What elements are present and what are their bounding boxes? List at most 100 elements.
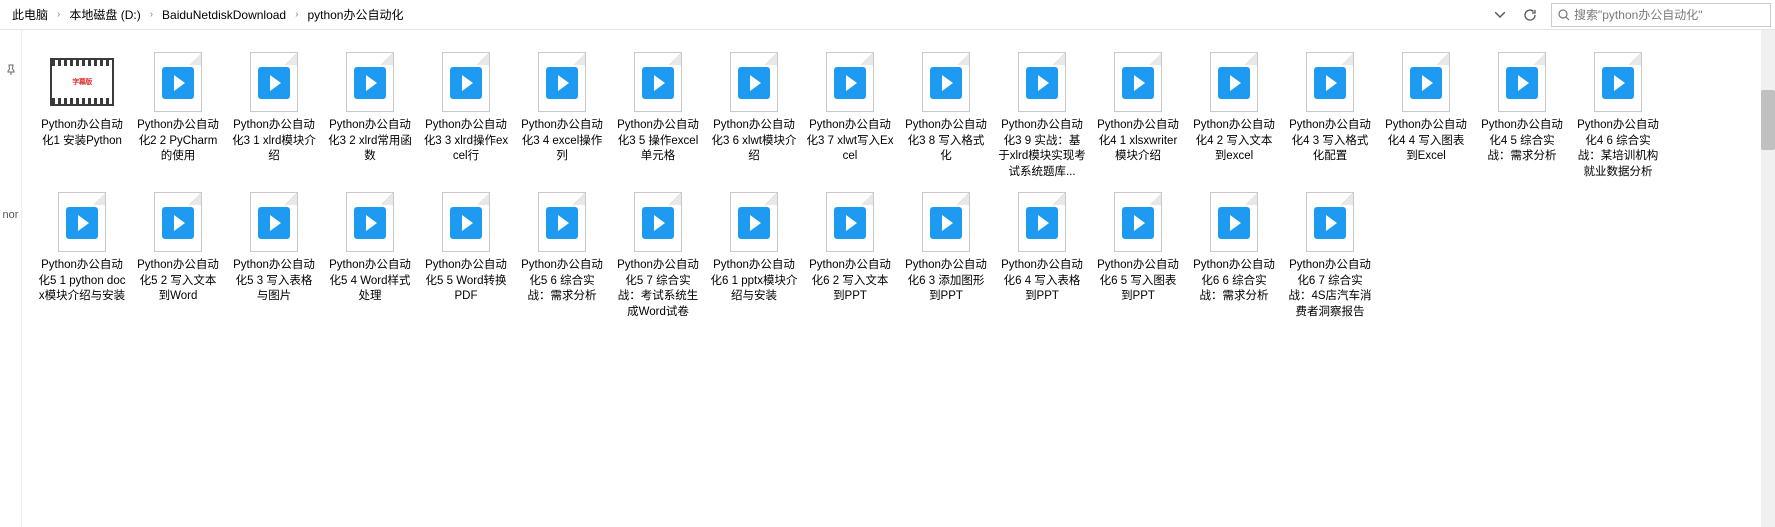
- file-item[interactable]: Python办公自动化6 2 写入文本到PPT: [802, 188, 898, 322]
- file-label: Python办公自动化3 9 实战：基于xlrd模块实现考试系统题库...: [996, 118, 1088, 180]
- file-item[interactable]: 字幕版Python办公自动化1 安装Python: [34, 48, 130, 182]
- file-item[interactable]: Python办公自动化6 5 写入图表到PPT: [1090, 188, 1186, 322]
- video-file-icon: [914, 50, 978, 114]
- video-file-icon: [626, 190, 690, 254]
- file-item[interactable]: Python办公自动化5 1 python docx模块介绍与安装: [34, 188, 130, 322]
- file-label: Python办公自动化6 1 pptx模块介绍与安装: [708, 258, 800, 305]
- file-item[interactable]: Python办公自动化6 7 综合实战：4S店汽车消费者洞察报告: [1282, 188, 1378, 322]
- file-label: Python办公自动化1 安装Python: [36, 118, 128, 149]
- breadcrumb-segment[interactable]: BaiduNetdiskDownload: [156, 4, 292, 26]
- video-file-icon: [722, 50, 786, 114]
- file-item[interactable]: Python办公自动化5 7 综合实战：考试系统生成Word试卷: [610, 188, 706, 322]
- breadcrumb-dropdown-button[interactable]: [1485, 1, 1515, 29]
- file-item[interactable]: Python办公自动化3 4 excel操作列: [514, 48, 610, 182]
- file-label: Python办公自动化4 6 综合实战：某培训机构就业数据分析: [1572, 118, 1664, 180]
- file-label: Python办公自动化3 2 xlrd常用函数: [324, 118, 416, 165]
- file-label: Python办公自动化3 5 操作excel单元格: [612, 118, 704, 165]
- breadcrumb-segment[interactable]: 本地磁盘 (D:): [63, 2, 146, 27]
- refresh-button[interactable]: [1515, 1, 1545, 29]
- file-item[interactable]: Python办公自动化4 2 写入文本到excel: [1186, 48, 1282, 182]
- file-label: Python办公自动化5 3 写入表格与图片: [228, 258, 320, 305]
- file-label: Python办公自动化3 6 xlwt模块介绍: [708, 118, 800, 165]
- file-label: Python办公自动化6 5 写入图表到PPT: [1092, 258, 1184, 305]
- file-label: Python办公自动化6 3 添加图形到PPT: [900, 258, 992, 305]
- video-file-icon: [1586, 50, 1650, 114]
- file-item[interactable]: Python办公自动化5 4 Word样式处理: [322, 188, 418, 322]
- file-label: Python办公自动化5 6 综合实战：需求分析: [516, 258, 608, 305]
- video-file-icon: [1202, 50, 1266, 114]
- chevron-right-icon: ›: [55, 9, 62, 20]
- file-item[interactable]: Python办公自动化4 5 综合实战：需求分析: [1474, 48, 1570, 182]
- address-bar: 此电脑›本地磁盘 (D:)›BaiduNetdiskDownload›pytho…: [0, 0, 1775, 30]
- file-item[interactable]: Python办公自动化4 6 综合实战：某培训机构就业数据分析: [1570, 48, 1666, 182]
- video-file-icon: [530, 50, 594, 114]
- breadcrumb-segment[interactable]: 此电脑: [6, 2, 54, 27]
- video-file-icon: [818, 50, 882, 114]
- file-item[interactable]: Python办公自动化6 3 添加图形到PPT: [898, 188, 994, 322]
- video-file-icon: [242, 50, 306, 114]
- file-label: Python办公自动化4 1 xlsxwriter模块介绍: [1092, 118, 1184, 165]
- file-item[interactable]: Python办公自动化5 2 写入文本到Word: [130, 188, 226, 322]
- file-item[interactable]: Python办公自动化3 9 实战：基于xlrd模块实现考试系统题库...: [994, 48, 1090, 182]
- search-input[interactable]: [1574, 8, 1764, 22]
- file-grid[interactable]: 字幕版Python办公自动化1 安装PythonPython办公自动化2 2 P…: [22, 30, 1761, 527]
- breadcrumb[interactable]: 此电脑›本地磁盘 (D:)›BaiduNetdiskDownload›pytho…: [4, 2, 1485, 27]
- video-file-icon: [818, 190, 882, 254]
- video-file-icon: [530, 190, 594, 254]
- video-file-icon: [722, 190, 786, 254]
- search-box[interactable]: [1551, 3, 1771, 27]
- file-item[interactable]: Python办公自动化3 8 写入格式化: [898, 48, 994, 182]
- video-file-icon: [434, 190, 498, 254]
- scrollbar-thumb[interactable]: [1761, 90, 1775, 150]
- file-label: Python办公自动化4 4 写入图表到Excel: [1380, 118, 1472, 165]
- breadcrumb-segment[interactable]: python办公自动化: [301, 2, 409, 27]
- video-file-icon: [338, 50, 402, 114]
- video-file-icon: [1490, 50, 1554, 114]
- video-file-icon: [434, 50, 498, 114]
- file-item[interactable]: Python办公自动化6 1 pptx模块介绍与安装: [706, 188, 802, 322]
- file-label: Python办公自动化5 1 python docx模块介绍与安装: [36, 258, 128, 305]
- scrollbar[interactable]: [1761, 30, 1775, 527]
- video-file-icon: [146, 50, 210, 114]
- video-file-icon: [1394, 50, 1458, 114]
- file-item[interactable]: Python办公自动化6 6 综合实战：需求分析: [1186, 188, 1282, 322]
- file-item[interactable]: Python办公自动化5 3 写入表格与图片: [226, 188, 322, 322]
- file-label: Python办公自动化6 2 写入文本到PPT: [804, 258, 896, 305]
- video-file-icon: [50, 190, 114, 254]
- file-label: Python办公自动化2 2 PyCharm的使用: [132, 118, 224, 165]
- chevron-right-icon: ›: [148, 9, 155, 20]
- file-item[interactable]: Python办公自动化5 6 综合实战：需求分析: [514, 188, 610, 322]
- file-item[interactable]: Python办公自动化4 1 xlsxwriter模块介绍: [1090, 48, 1186, 182]
- file-label: Python办公自动化6 6 综合实战：需求分析: [1188, 258, 1280, 305]
- file-label: Python办公自动化4 2 写入文本到excel: [1188, 118, 1280, 165]
- file-item[interactable]: Python办公自动化5 5 Word转换PDF: [418, 188, 514, 322]
- file-label: Python办公自动化3 7 xlwt写入Excel: [804, 118, 896, 165]
- file-item[interactable]: Python办公自动化3 5 操作excel单元格: [610, 48, 706, 182]
- pin-icon[interactable]: [5, 64, 17, 79]
- file-label: Python办公自动化3 8 写入格式化: [900, 118, 992, 165]
- file-item[interactable]: Python办公自动化3 7 xlwt写入Excel: [802, 48, 898, 182]
- file-label: Python办公自动化3 4 excel操作列: [516, 118, 608, 165]
- chevron-right-icon: ›: [293, 9, 300, 20]
- file-item[interactable]: Python办公自动化3 2 xlrd常用函数: [322, 48, 418, 182]
- video-file-icon: [914, 190, 978, 254]
- file-label: Python办公自动化4 3 写入格式化配置: [1284, 118, 1376, 165]
- file-label: Python办公自动化5 2 写入文本到Word: [132, 258, 224, 305]
- file-label: Python办公自动化6 4 写入表格到PPT: [996, 258, 1088, 305]
- file-item[interactable]: Python办公自动化6 4 写入表格到PPT: [994, 188, 1090, 322]
- file-item[interactable]: Python办公自动化4 3 写入格式化配置: [1282, 48, 1378, 182]
- video-file-icon: [626, 50, 690, 114]
- file-item[interactable]: Python办公自动化3 1 xlrd模块介绍: [226, 48, 322, 182]
- left-strip: nor: [0, 30, 22, 527]
- left-strip-label: nor: [3, 209, 19, 221]
- video-file-icon: [1298, 50, 1362, 114]
- video-file-icon: [1106, 50, 1170, 114]
- video-file-icon: [1010, 50, 1074, 114]
- file-item[interactable]: Python办公自动化3 3 xlrd操作excel行: [418, 48, 514, 182]
- video-file-icon: [1298, 190, 1362, 254]
- file-item[interactable]: Python办公自动化4 4 写入图表到Excel: [1378, 48, 1474, 182]
- search-icon: [1558, 9, 1570, 21]
- video-file-icon: [146, 190, 210, 254]
- file-item[interactable]: Python办公自动化3 6 xlwt模块介绍: [706, 48, 802, 182]
- file-item[interactable]: Python办公自动化2 2 PyCharm的使用: [130, 48, 226, 182]
